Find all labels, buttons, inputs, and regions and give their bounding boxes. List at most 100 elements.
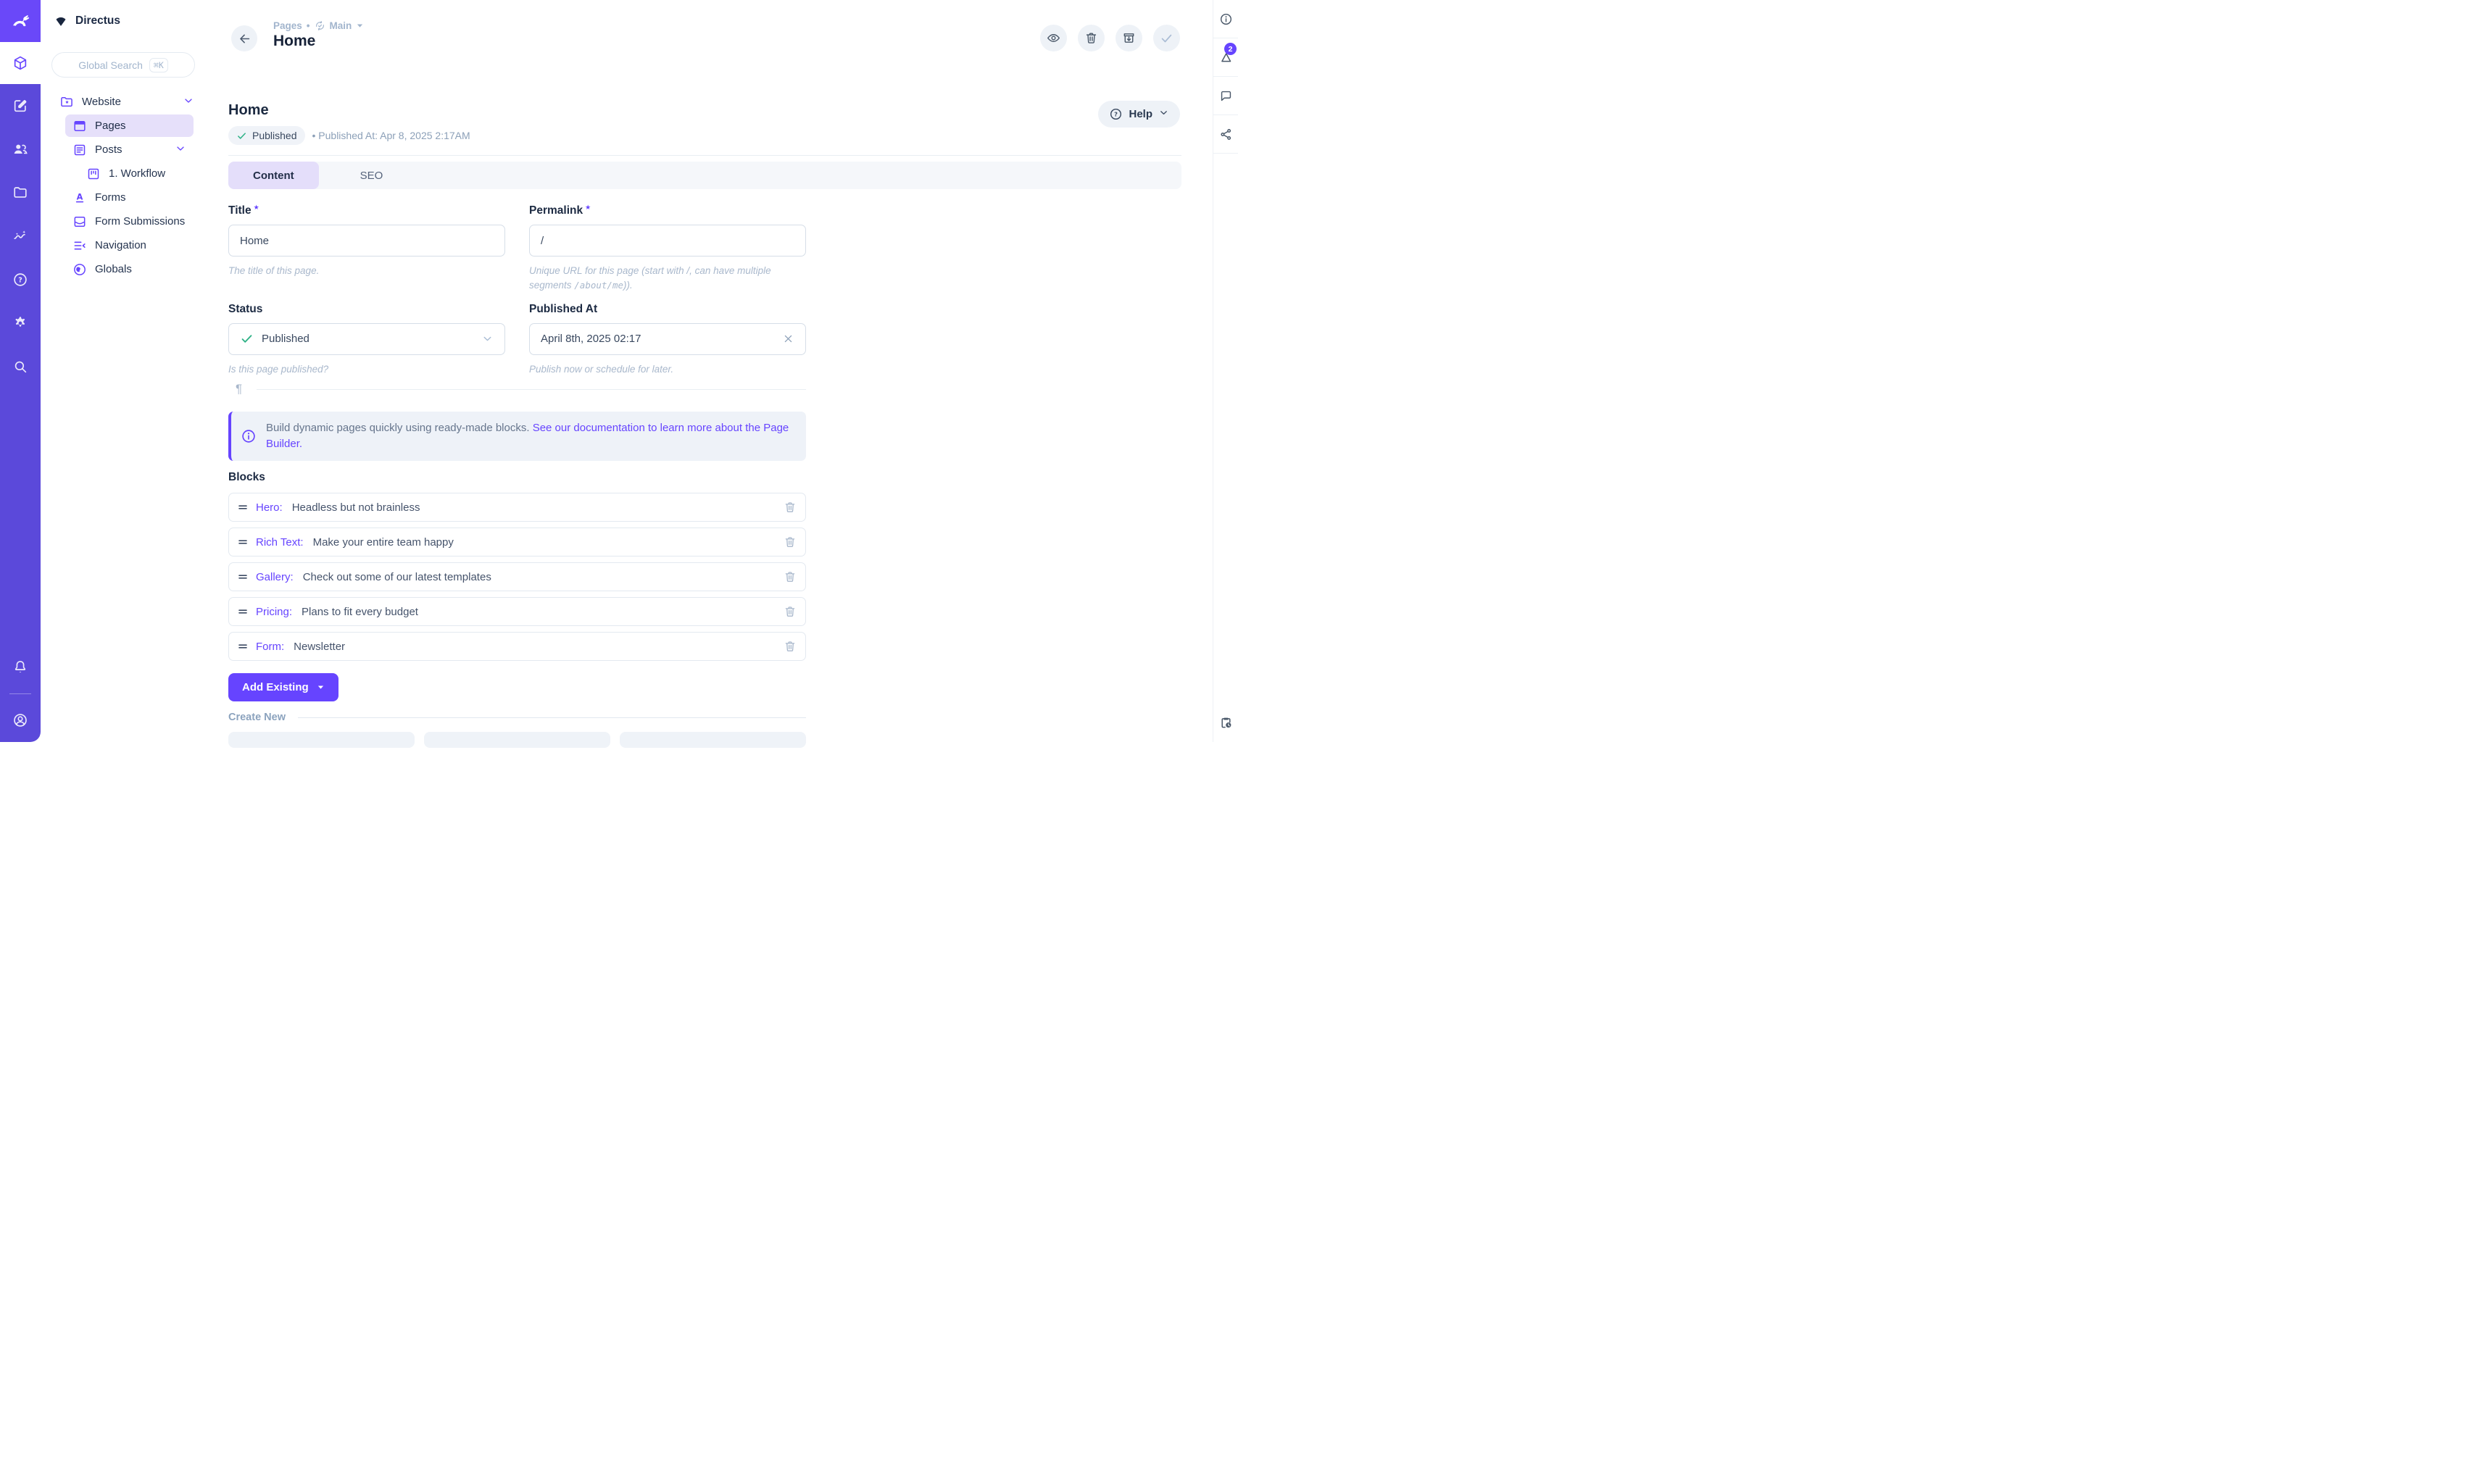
- trash-icon: [1084, 31, 1098, 45]
- list-collapse-icon: [72, 238, 87, 253]
- breadcrumb-collection[interactable]: Pages: [273, 20, 302, 31]
- sidebar-item-globals[interactable]: Globals: [65, 258, 194, 280]
- drag-handle-icon[interactable]: [237, 501, 249, 513]
- sidebar-item-posts[interactable]: Posts: [65, 138, 194, 161]
- create-new-card[interactable]: [228, 732, 415, 748]
- module-files[interactable]: [0, 171, 41, 214]
- block-title[interactable]: Make your entire team happy: [313, 536, 454, 549]
- global-search-input[interactable]: Global Search ⌘K: [51, 52, 195, 78]
- shares-panel-button[interactable]: [1213, 115, 1238, 154]
- banner-text: Build dynamic pages quickly using ready-…: [266, 420, 792, 452]
- help-button[interactable]: Help: [1098, 101, 1180, 128]
- browser-icon: [72, 119, 87, 133]
- create-new-card[interactable]: [424, 732, 610, 748]
- status-badge-label: Published: [252, 130, 297, 141]
- save-button[interactable]: [1153, 25, 1180, 51]
- archive-button[interactable]: [1116, 25, 1142, 51]
- block-title[interactable]: Newsletter: [294, 641, 345, 653]
- status-badge: Published: [228, 126, 305, 145]
- block-row[interactable]: Gallery: Check out some of our latest te…: [228, 562, 806, 591]
- clear-icon[interactable]: [782, 333, 794, 345]
- drag-handle-icon[interactable]: [237, 641, 249, 652]
- block-type[interactable]: Gallery:: [256, 571, 294, 583]
- page-title: Home: [273, 33, 364, 50]
- caret-down-icon: [317, 683, 325, 691]
- block-title[interactable]: Headless but not brainless: [292, 501, 420, 514]
- chevron-down-icon[interactable]: [183, 95, 194, 109]
- block-type[interactable]: Rich Text:: [256, 536, 304, 549]
- status-select[interactable]: Published: [228, 323, 505, 355]
- back-button[interactable]: [231, 25, 257, 51]
- block-type[interactable]: Form:: [256, 641, 284, 653]
- module-help[interactable]: [0, 258, 41, 301]
- delete-button[interactable]: [1078, 25, 1105, 51]
- published-at-input[interactable]: April 8th, 2025 02:17: [529, 323, 806, 355]
- module-bar: [0, 0, 41, 742]
- drag-handle-icon[interactable]: [237, 536, 249, 548]
- notifications-button[interactable]: [0, 646, 41, 689]
- sidebar-item-pages[interactable]: Pages: [65, 114, 194, 137]
- published-meta: • Published At: Apr 8, 2025 2:17AM: [312, 130, 470, 141]
- field-title: Title★ Home The title of this page.: [228, 204, 505, 293]
- account-circle-icon: [12, 712, 28, 728]
- block-row[interactable]: Pricing: Plans to fit every budget: [228, 597, 806, 626]
- module-user-directory[interactable]: [0, 128, 41, 171]
- collections-tree: Website Pages Posts 1. Workflow Forms: [41, 91, 207, 280]
- chevron-down-icon[interactable]: [481, 333, 494, 345]
- delete-block-icon[interactable]: [784, 570, 797, 583]
- comments-panel-button[interactable]: [1213, 77, 1238, 115]
- block-title[interactable]: Check out some of our latest templates: [303, 571, 491, 583]
- preview-button[interactable]: [1040, 25, 1067, 51]
- drag-handle-icon[interactable]: [237, 606, 249, 617]
- blocks-divider: ¶: [236, 382, 806, 396]
- module-settings[interactable]: [0, 301, 41, 345]
- field-status: Status Published Is this page published?: [228, 303, 505, 377]
- delete-block-icon[interactable]: [784, 605, 797, 618]
- sidebar-item-workflow[interactable]: 1. Workflow: [65, 162, 194, 185]
- tab-seo[interactable]: SEO: [319, 162, 425, 189]
- clipboard-clock-icon: [1219, 716, 1233, 730]
- search-shortcut-kbd: ⌘K: [149, 58, 168, 72]
- block-row[interactable]: Hero: Headless but not brainless: [228, 493, 806, 522]
- breadcrumb-version[interactable]: Main: [330, 20, 352, 31]
- page-form: Title★ Home The title of this page. Perm…: [228, 204, 806, 377]
- block-type[interactable]: Pricing:: [256, 606, 292, 618]
- sidebar-item-form-submissions[interactable]: Form Submissions: [65, 210, 194, 233]
- sidebar-item-forms[interactable]: Forms: [65, 186, 194, 209]
- pilcrow-icon: ¶: [236, 382, 242, 396]
- delete-block-icon[interactable]: [784, 501, 797, 514]
- drag-handle-icon[interactable]: [237, 571, 249, 583]
- required-star: ★: [254, 204, 259, 211]
- account-button[interactable]: [0, 699, 41, 742]
- block-type[interactable]: Hero:: [256, 501, 283, 514]
- add-existing-button[interactable]: Add Existing: [228, 673, 338, 701]
- info-panel-button[interactable]: [1213, 0, 1238, 38]
- module-editor[interactable]: [0, 84, 41, 128]
- help-button-label: Help: [1129, 108, 1152, 120]
- create-new-label: Create New: [228, 712, 286, 723]
- block-row[interactable]: Rich Text: Make your entire team happy: [228, 528, 806, 556]
- field-permalink: Permalink★ / Unique URL for this page (s…: [529, 204, 806, 293]
- block-title[interactable]: Plans to fit every budget: [302, 606, 418, 618]
- directus-logo[interactable]: [0, 0, 41, 42]
- sidebar-item-navigation[interactable]: Navigation: [65, 234, 194, 257]
- module-search[interactable]: [0, 345, 41, 388]
- main-content: Pages • Main Home Home Published • Publi…: [207, 0, 1213, 742]
- permalink-input[interactable]: /: [529, 225, 806, 257]
- create-new-card[interactable]: [620, 732, 806, 748]
- module-content[interactable]: [0, 42, 41, 84]
- delete-block-icon[interactable]: [784, 640, 797, 653]
- module-insights[interactable]: [0, 214, 41, 258]
- chevron-down-icon[interactable]: [175, 143, 186, 157]
- breadcrumb[interactable]: Pages • Main: [273, 20, 364, 31]
- title-input[interactable]: Home: [228, 225, 505, 257]
- sidebar-item-website[interactable]: Website: [59, 91, 207, 113]
- delete-block-icon[interactable]: [784, 535, 797, 549]
- blocks-label: Blocks: [228, 471, 265, 484]
- tasks-panel-button[interactable]: [1213, 704, 1238, 742]
- required-star: ★: [585, 204, 591, 211]
- tab-content[interactable]: Content: [228, 162, 319, 189]
- block-row[interactable]: Form: Newsletter: [228, 632, 806, 661]
- revisions-panel-button[interactable]: 2: [1213, 38, 1238, 77]
- folder-icon: [12, 185, 28, 201]
